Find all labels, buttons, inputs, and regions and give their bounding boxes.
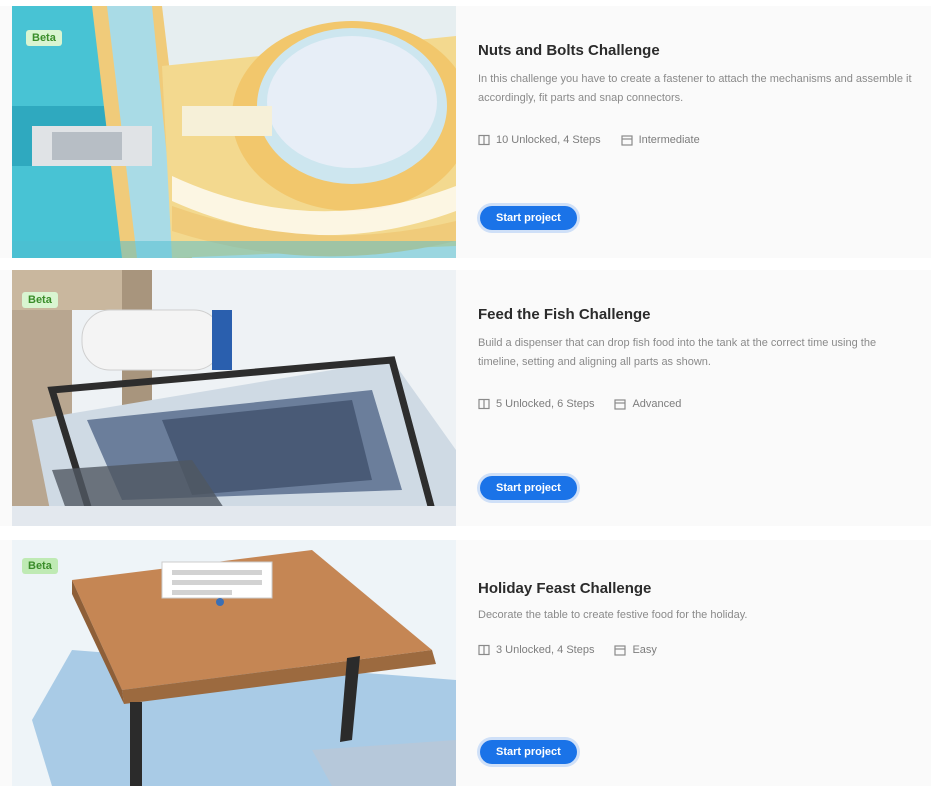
project-meta: 3 Unlocked, 4 Steps Easy bbox=[478, 644, 657, 656]
project-card: Beta Nuts and Bolts Challenge In this ch… bbox=[0, 6, 931, 258]
project-title[interactable]: Holiday Feast Challenge bbox=[478, 580, 651, 597]
calendar-icon bbox=[614, 645, 627, 656]
project-title[interactable]: Feed the Fish Challenge bbox=[478, 306, 651, 323]
beta-badge: Beta bbox=[26, 30, 62, 46]
project-info: Nuts and Bolts Challenge In this challen… bbox=[478, 6, 918, 258]
book-icon bbox=[478, 134, 490, 146]
level-label: Easy bbox=[632, 644, 657, 656]
holiday-feast-illustration bbox=[12, 540, 456, 786]
project-card: Beta Feed the Fish Challenge Build a dis… bbox=[0, 270, 931, 526]
project-meta: 10 Unlocked, 4 Steps Intermediate bbox=[478, 134, 700, 146]
project-card: Beta Holiday Feast Challenge Decorate th… bbox=[0, 540, 931, 786]
steps-label: 5 Unlocked, 6 Steps bbox=[496, 398, 595, 410]
project-title[interactable]: Nuts and Bolts Challenge bbox=[478, 42, 660, 59]
project-list: Beta Nuts and Bolts Challenge In this ch… bbox=[0, 0, 931, 786]
level-label: Advanced bbox=[632, 398, 682, 410]
project-description: In this challenge you have to create a f… bbox=[478, 73, 912, 104]
steps-label: 10 Unlocked, 4 Steps bbox=[496, 134, 601, 146]
book-icon bbox=[478, 644, 490, 656]
calendar-icon bbox=[620, 135, 633, 146]
calendar-icon bbox=[614, 399, 627, 410]
project-thumbnail[interactable]: Beta bbox=[12, 6, 456, 258]
project-meta: 5 Unlocked, 6 Steps Advanced bbox=[478, 398, 681, 410]
start-project-button[interactable]: Start project bbox=[480, 206, 577, 230]
nuts-bolts-illustration bbox=[12, 6, 456, 258]
level-label: Intermediate bbox=[638, 134, 700, 146]
start-project-button[interactable]: Start project bbox=[480, 476, 577, 500]
project-info: Feed the Fish Challenge Build a dispense… bbox=[478, 270, 918, 526]
project-description: Decorate the table to create festive foo… bbox=[478, 609, 748, 621]
project-thumbnail[interactable]: Beta bbox=[12, 270, 456, 526]
project-thumbnail[interactable]: Beta bbox=[12, 540, 456, 786]
project-info: Holiday Feast Challenge Decorate the tab… bbox=[478, 540, 918, 786]
beta-badge: Beta bbox=[22, 558, 58, 574]
feed-fish-illustration bbox=[12, 270, 456, 526]
book-icon bbox=[478, 398, 490, 410]
beta-badge: Beta bbox=[22, 292, 58, 308]
start-project-button[interactable]: Start project bbox=[480, 740, 577, 764]
project-description: Build a dispenser that can drop fish foo… bbox=[478, 337, 877, 368]
steps-label: 3 Unlocked, 4 Steps bbox=[496, 644, 595, 656]
